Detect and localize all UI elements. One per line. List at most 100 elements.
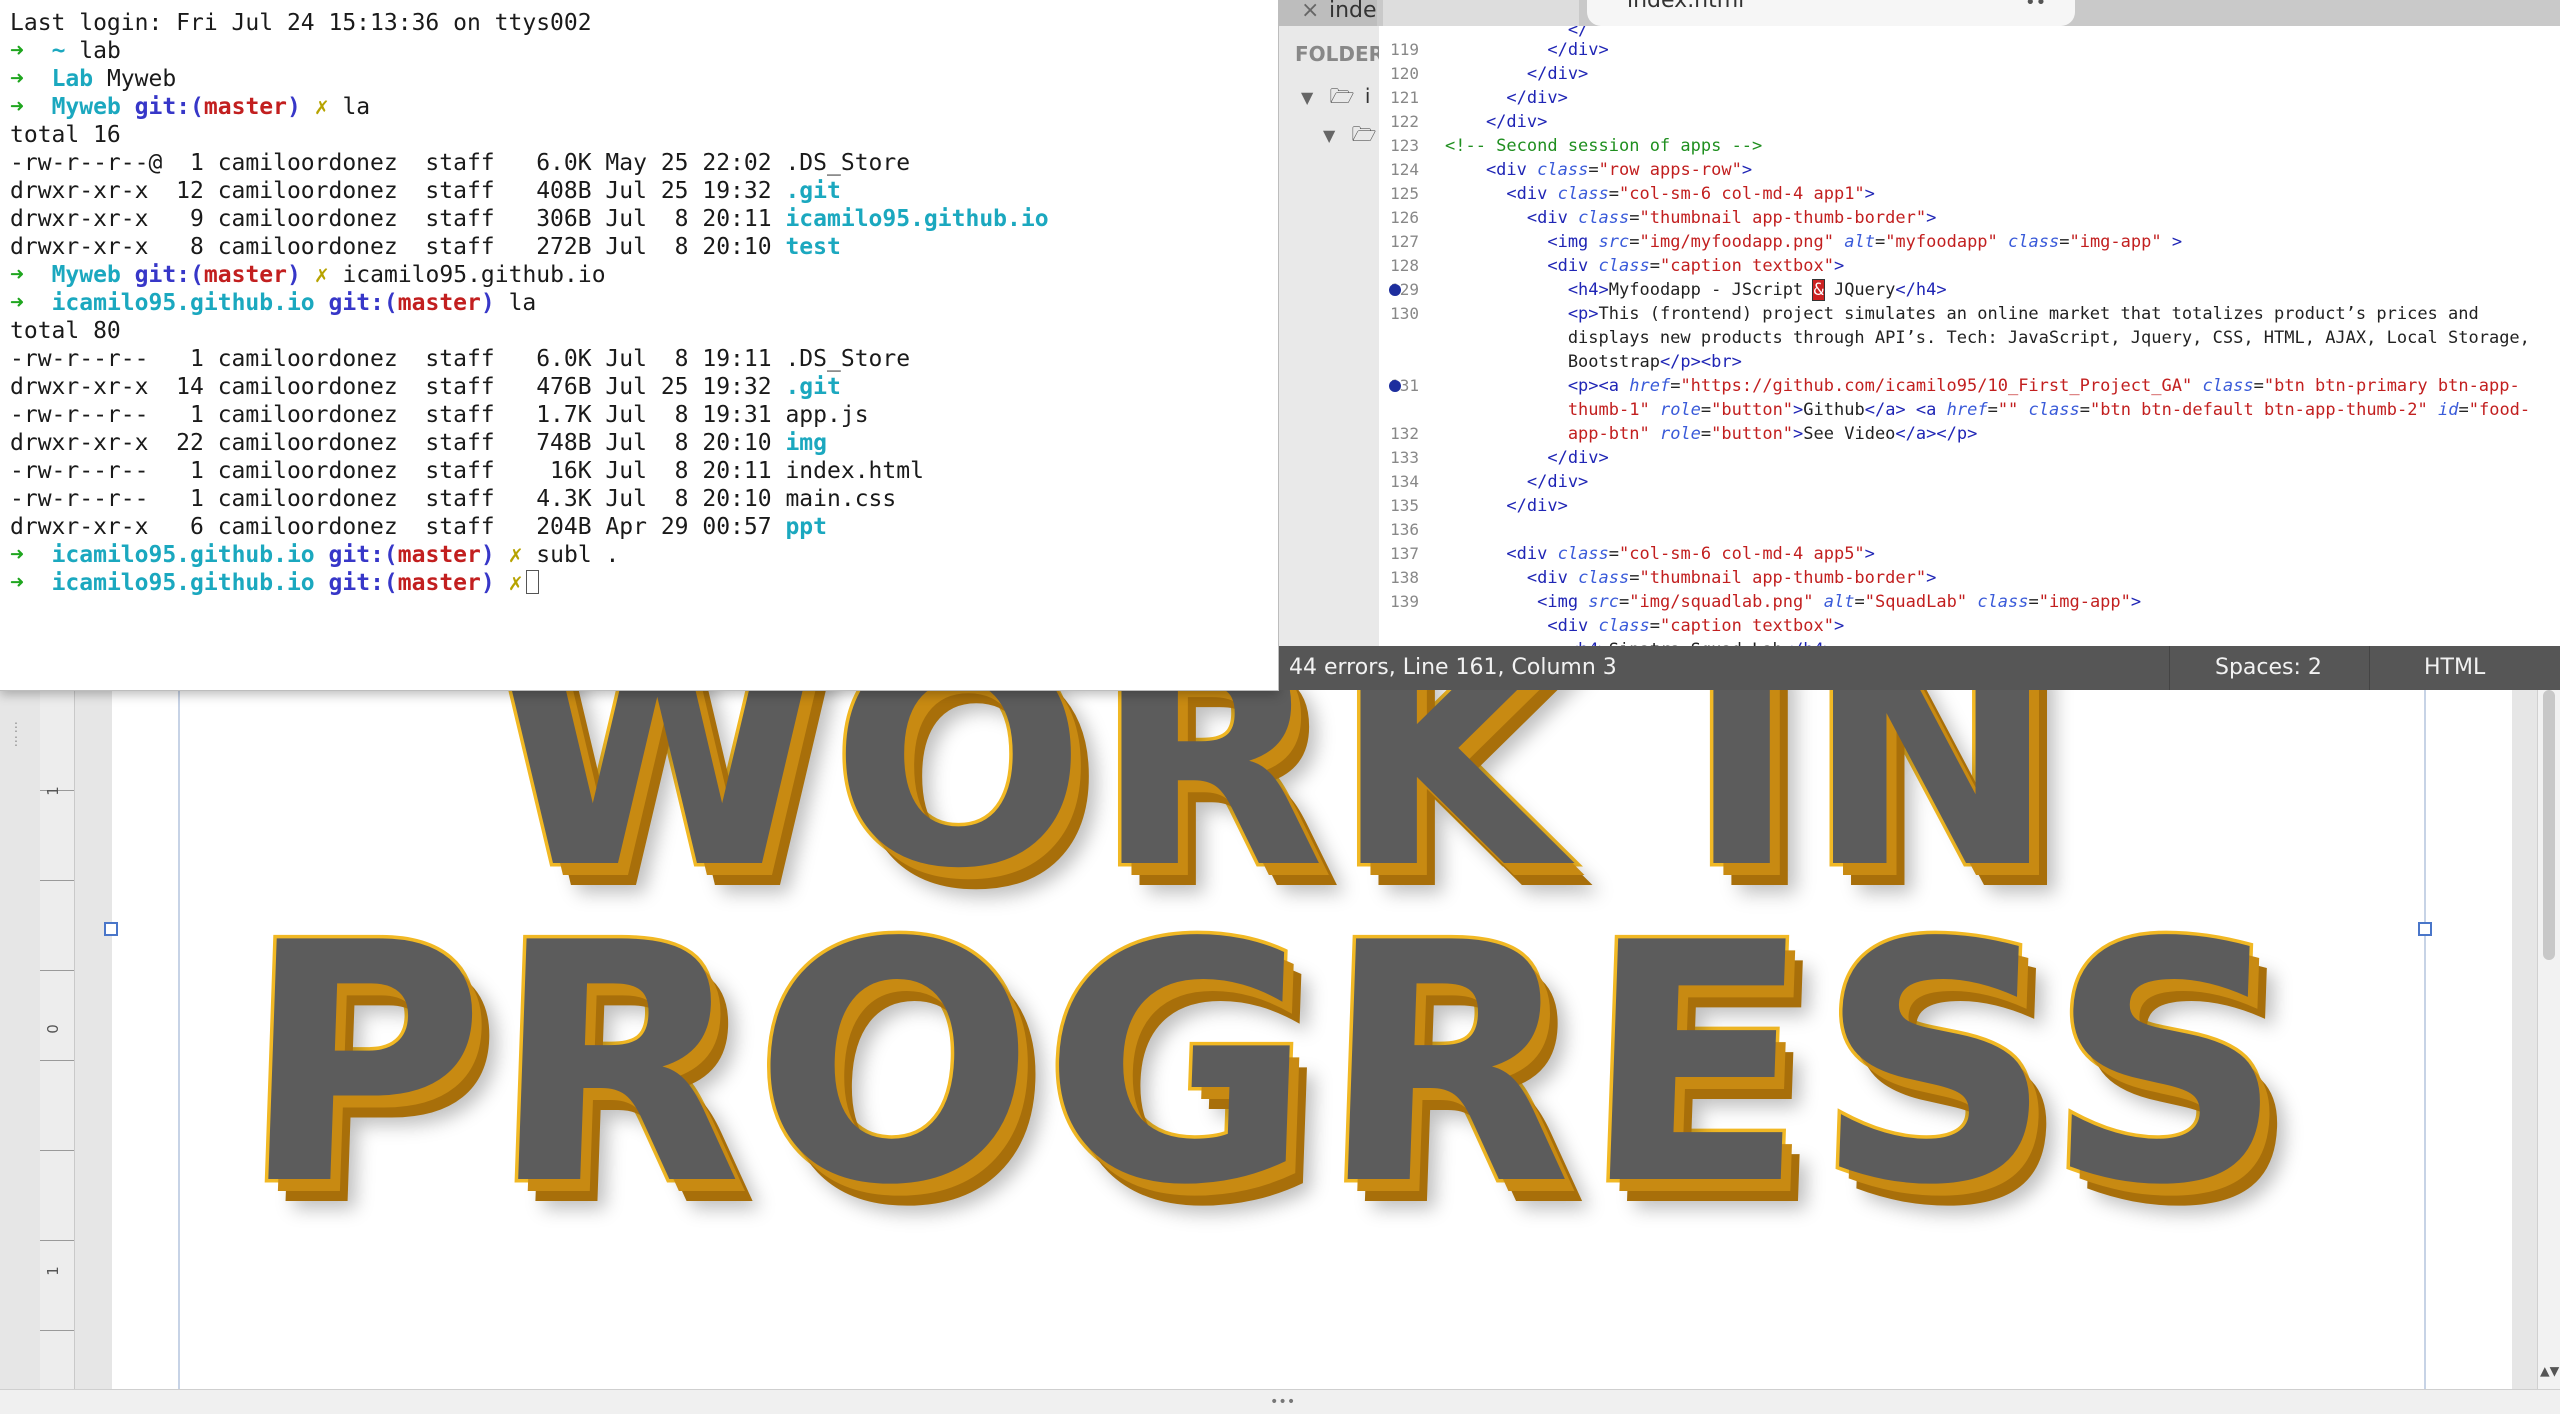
terminal-window[interactable]: Last login: Fri Jul 24 15:13:36 on ttys0…	[0, 0, 1279, 691]
file-listing-meta: drwxr-xr-x 14 camiloordonez staff 476B J…	[10, 374, 786, 400]
error-marker-icon[interactable]	[1389, 284, 1401, 296]
terminal-output-line: -rw-r--r-- 1 camiloordonez staff 4.3K Ju…	[10, 485, 1049, 513]
sublime-editor-window[interactable]: × inde index.html •• FOLDER ▼ 🗁 i ▼ 🗁 11…	[1279, 0, 2560, 690]
code-line: displays new products through API’s. Tec…	[1445, 328, 2530, 348]
code-line: <p><a href="https://github.com/icamilo95…	[1445, 376, 2520, 396]
window-grip[interactable]: ⋮ ⋮	[10, 720, 22, 760]
prompt-directory: Lab	[51, 66, 94, 92]
work-in-progress-image[interactable]: WORK IN PROGRESS	[262, 630, 2412, 1390]
line-number: 137	[1390, 544, 1419, 563]
terminal-output-line: total 16	[10, 121, 1049, 149]
dirty-mark-icon: ✗	[508, 542, 523, 568]
code-line: <h4>Myfoodapp - JScript & JQuery</h4>	[1445, 279, 1947, 301]
terminal-output-line: drwxr-xr-x 12 camiloordonez staff 408B J…	[10, 177, 1049, 205]
status-bar: 44 errors, Line 161, Column 3 Spaces: 2 …	[1279, 646, 2560, 690]
vertical-scrollbar[interactable]	[2537, 690, 2560, 1390]
git-label: )	[287, 262, 301, 288]
line-number-gutter: 119 120 121 122 123 124 125 126 127 128 129 130 131 1…	[1379, 26, 1435, 646]
terminal-prompt-line: ➜ icamilo95.github.io git:(master) ✗ sub…	[10, 541, 1049, 569]
file-name: .git	[785, 178, 841, 204]
git-branch: master	[397, 542, 481, 568]
terminal-command: Myweb	[93, 66, 177, 92]
scrollbar-thumb[interactable]	[2543, 690, 2555, 960]
code-line: app-btn" role="button">See Video</a></p>	[1445, 424, 1978, 444]
file-listing-meta: -rw-r--r-- 1 camiloordonez staff 16K Jul…	[10, 458, 786, 484]
close-icon[interactable]: ×	[1301, 0, 1319, 22]
git-label: )	[480, 290, 495, 316]
terminal-prompt-line: ➜ ~ lab	[10, 37, 1049, 65]
folder-sidebar[interactable]: FOLDER ▼ 🗁 i ▼ 🗁	[1279, 26, 1380, 646]
line-number: 122	[1390, 112, 1419, 131]
dirty-mark-icon: ✗	[314, 262, 329, 288]
resize-handle-left[interactable]	[104, 922, 118, 936]
dirty-mark-icon: ✗	[508, 570, 523, 596]
terminal-command: icamilo95.github.io	[328, 262, 606, 288]
split-grip-icon[interactable]: •••	[1270, 1394, 1295, 1410]
sidebar-folder-row[interactable]: ▼ 🗁	[1323, 120, 1376, 154]
margin-guide	[178, 690, 180, 1390]
modified-dots-icon[interactable]: ••	[2025, 0, 2046, 14]
ruler-label: 1	[43, 1266, 62, 1276]
vertical-ruler: 1 0 1	[40, 690, 75, 1390]
document-window: ⋮ ⋮ 1 0 1 WORK IN PROGRESS ▲▼ •••	[0, 630, 2560, 1414]
terminal-output-line: drwxr-xr-x 8 camiloordonez staff 272B Ju…	[10, 233, 1049, 261]
code-line: <div class="col-sm-6 col-md-4 app5">	[1445, 544, 1875, 564]
ruler-label: 0	[43, 1024, 62, 1034]
file-listing-meta: drwxr-xr-x 8 camiloordonez staff 272B Ju…	[10, 234, 786, 260]
code-line: <div class="caption textbox">	[1445, 616, 1845, 636]
code-line: <div class="row apps-row">	[1445, 160, 1753, 180]
resize-handle-right[interactable]	[2418, 922, 2432, 936]
file-name: .DS_Store	[785, 150, 911, 176]
folders-heading: FOLDER	[1295, 42, 1380, 66]
folder-label: i	[1364, 84, 1371, 108]
file-listing-meta: -rw-r--r-- 1 camiloordonez staff 4.3K Ju…	[10, 486, 786, 512]
file-listing-meta: -rw-r--r-- 1 camiloordonez staff 6.0K Ju…	[10, 346, 786, 372]
file-name: test	[785, 234, 841, 260]
disclosure-arrow-icon[interactable]: ▼	[1323, 126, 1335, 145]
sidebar-folder-row[interactable]: ▼ 🗁 i	[1301, 82, 1370, 116]
prompt-arrow-icon: ➜	[10, 262, 24, 288]
prompt-directory: ~	[51, 38, 66, 64]
code-line: <img src="img/myfoodapp.png" alt="myfood…	[1445, 232, 2183, 252]
code-line: <div class="col-sm-6 col-md-4 app1">	[1445, 184, 1875, 204]
file-name: icamilo95.github.io	[785, 206, 1049, 232]
code-line: <div class="caption textbox">	[1445, 256, 1845, 276]
tab-inde[interactable]: × inde	[1279, 0, 1377, 26]
tab-bar: × inde index.html ••	[1279, 0, 2560, 26]
scroll-arrows-icon[interactable]: ▲▼	[2540, 1362, 2559, 1380]
error-marker-icon[interactable]	[1389, 380, 1401, 392]
file-name: index.html	[785, 458, 924, 484]
tab-index-html[interactable]: index.html ••	[1587, 0, 2075, 26]
line-number: 135	[1390, 496, 1419, 515]
document-page[interactable]: WORK IN PROGRESS	[104, 630, 2512, 1390]
line-number: 120	[1390, 64, 1419, 83]
code-line: <div class="thumbnail app-thumb-border">	[1445, 208, 1937, 228]
line-number: 132	[1390, 424, 1419, 443]
terminal-output-line: -rw-r--r-- 1 camiloordonez staff 1.7K Ju…	[10, 401, 1049, 429]
git-label: )	[480, 570, 495, 596]
code-line: <h4>Sinatra Squad Lab</h4>	[1445, 638, 1834, 646]
indentation-setting[interactable]: Spaces: 2	[2215, 646, 2322, 690]
terminal-cursor	[526, 570, 540, 594]
git-branch: master	[203, 94, 288, 120]
code-line: </div>	[1445, 88, 1568, 108]
code-line: </div>	[1445, 448, 1609, 468]
line-number: 136	[1390, 520, 1419, 539]
line-number: 128	[1390, 256, 1419, 275]
file-listing-meta: drwxr-xr-x 12 camiloordonez staff 408B J…	[10, 178, 786, 204]
terminal-output-line: drwxr-xr-x 6 camiloordonez staff 204B Ap…	[10, 513, 1049, 541]
git-branch: master	[397, 570, 481, 596]
disclosure-arrow-icon[interactable]: ▼	[1301, 88, 1313, 107]
git-label: )	[287, 94, 301, 120]
code-editor[interactable]: </ </div> </div> </div> </div> <!-- Seco…	[1445, 26, 2555, 646]
syntax-selector[interactable]: HTML	[2424, 646, 2485, 690]
terminal-prompt-line: ➜ icamilo95.github.io git:(master) la	[10, 289, 1049, 317]
terminal-output-line: -rw-r--r-- 1 camiloordonez staff 16K Jul…	[10, 457, 1049, 485]
line-number: 139	[1390, 592, 1419, 611]
line-number: 126	[1390, 208, 1419, 227]
